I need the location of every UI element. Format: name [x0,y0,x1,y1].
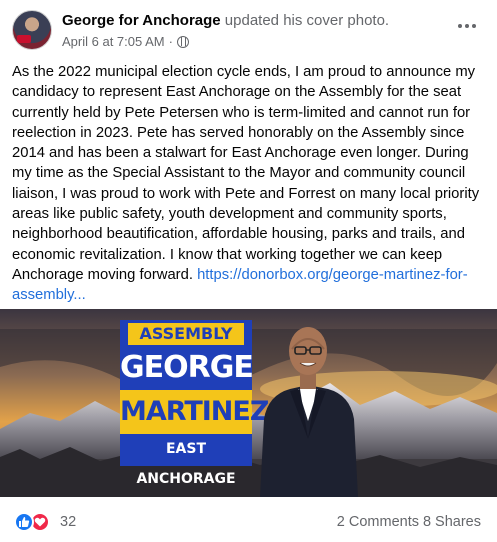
author-name-link[interactable]: George for Anchorage [62,12,221,29]
campaign-sign: ASSEMBLY GEORGE MARTINEZ EAST ANCHORAGE [120,320,269,487]
post-meta: April 6 at 7:05 AM · [62,34,189,49]
flag-icon [17,35,31,43]
author-line: George for Anchorage updated his cover p… [62,12,389,29]
sign-assembly-text: ASSEMBLY [128,323,244,345]
post-body: As the 2022 municipal election cycle end… [12,62,486,306]
meta-separator: · [168,34,173,49]
candidate-photo [260,327,358,497]
reaction-count[interactable]: 32 [60,514,76,530]
post-timestamp[interactable]: April 6 at 7:05 AM [62,34,165,49]
globe-icon [176,35,189,48]
comments-count-link[interactable]: 2 Comments [337,514,419,530]
avatar[interactable] [12,10,52,50]
sign-first-name: GEORGE [120,346,254,390]
like-icon [14,512,34,532]
reactions-bar: 32 2 Comments 8 Shares [0,502,497,542]
more-options-icon [458,24,462,28]
post-body-text: As the 2022 municipal election cycle end… [12,64,480,283]
post-header: George for Anchorage updated his cover p… [0,0,497,60]
sign-last-name: MARTINEZ [120,390,269,434]
post-action-text: updated his cover photo. [220,12,390,29]
shares-count-link[interactable]: 8 Shares [423,514,481,530]
cover-photo[interactable]: ASSEMBLY GEORGE MARTINEZ EAST ANCHORAGE [0,309,497,497]
sign-district: EAST ANCHORAGE [120,434,252,487]
reaction-icons[interactable] [14,512,50,532]
more-options-button[interactable] [453,16,481,36]
